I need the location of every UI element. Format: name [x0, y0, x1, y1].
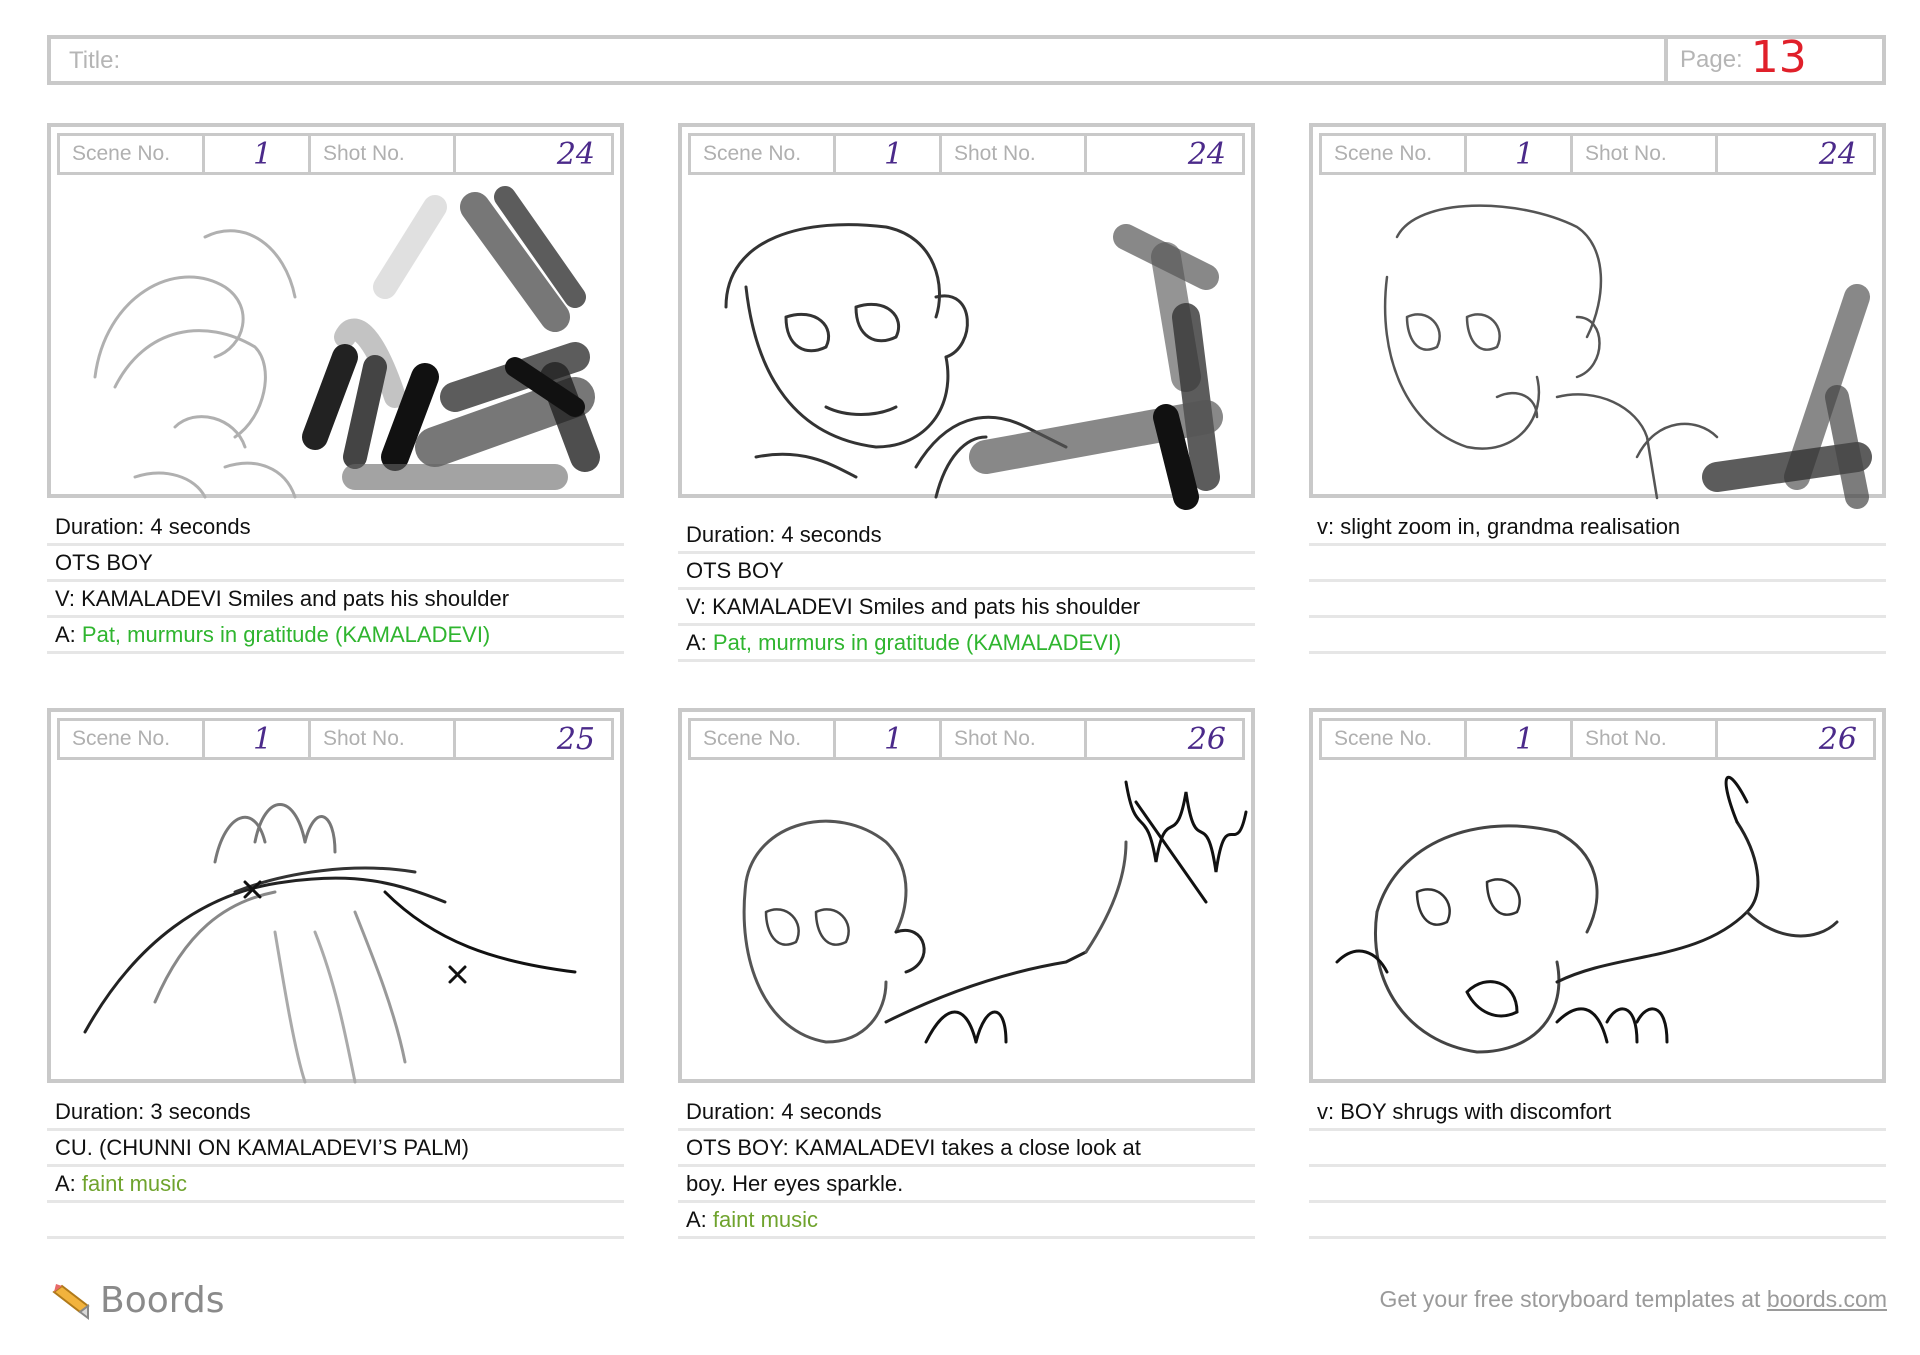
- scene-number[interactable]: 1: [1467, 136, 1573, 172]
- shot-label: Shot No.: [1573, 136, 1718, 172]
- brand-name: Boords: [100, 1280, 225, 1321]
- panel-frame: Scene No. 1 Shot No. 24: [1309, 123, 1886, 509]
- sketch-image: [724, 223, 1223, 510]
- scene-number[interactable]: 1: [205, 136, 311, 172]
- sketch-image: [83, 803, 577, 1084]
- shot-number[interactable]: 24: [1087, 136, 1242, 172]
- shot-label: Shot No.: [942, 136, 1087, 172]
- panel-frame: Scene No. 1 Shot No. 25: [47, 708, 624, 1084]
- note-line: [1309, 1131, 1886, 1167]
- audio-note: A: faint music: [678, 1203, 1255, 1239]
- panel-header: Scene No. 1 Shot No. 25: [57, 718, 614, 760]
- scene-number[interactable]: 1: [1467, 721, 1573, 757]
- pencil-icon: [52, 1283, 90, 1320]
- note-line: V: KAMALADEVI Smiles and pats his should…: [678, 590, 1255, 626]
- sketch-image: [93, 186, 600, 499]
- note-line: [1309, 546, 1886, 582]
- scene-label: Scene No.: [1322, 721, 1467, 757]
- audio-note: A: Pat, murmurs in gratitude (KAMALADEVI…: [47, 618, 624, 654]
- panel-notes: Duration: 4 seconds OTS BOY V: KAMALADEV…: [678, 518, 1255, 662]
- scene-number[interactable]: 1: [205, 721, 311, 757]
- panel-notes: v: BOY shrugs with discomfort: [1309, 1095, 1886, 1239]
- boords-logo: Boords: [50, 1280, 225, 1321]
- note-line: V: KAMALADEVI Smiles and pats his should…: [47, 582, 624, 618]
- shot-number[interactable]: 26: [1087, 721, 1242, 757]
- shot-label: Shot No.: [311, 721, 456, 757]
- scene-number[interactable]: 1: [836, 136, 942, 172]
- sketch-image: [1335, 776, 1839, 1054]
- scene-number[interactable]: 1: [836, 721, 942, 757]
- shot-label: Shot No.: [311, 136, 456, 172]
- sketch-image: [1383, 204, 1872, 509]
- footer-tagline: Get your free storyboard templates at bo…: [1379, 1286, 1887, 1313]
- title-field[interactable]: Title:: [51, 39, 1664, 81]
- panel-header: Scene No. 1 Shot No. 24: [57, 133, 614, 175]
- page-number: 13: [1750, 32, 1807, 83]
- note-line: [1309, 618, 1886, 654]
- note-line: Duration: 4 seconds: [678, 518, 1255, 554]
- note-line: [1309, 1203, 1886, 1239]
- scene-label: Scene No.: [691, 136, 836, 172]
- panel-notes: Duration: 4 seconds OTS BOY V: KAMALADEV…: [47, 510, 624, 654]
- shot-label: Shot No.: [942, 721, 1087, 757]
- scene-label: Scene No.: [1322, 136, 1467, 172]
- shot-number[interactable]: 25: [456, 721, 611, 757]
- shot-number[interactable]: 24: [1718, 136, 1873, 172]
- tagline-text: Get your free storyboard templates at: [1379, 1286, 1767, 1312]
- panel-frame: Scene No. 1 Shot No. 26: [678, 708, 1255, 1083]
- panel-header: Scene No. 1 Shot No. 26: [688, 718, 1245, 760]
- scene-label: Scene No.: [691, 721, 836, 757]
- title-label: Title:: [69, 47, 121, 74]
- boords-link[interactable]: boords.com: [1767, 1286, 1887, 1312]
- panel-frame: Scene No. 1 Shot No. 26: [1309, 708, 1886, 1083]
- panel-frame: Scene No. 1 Shot No. 24: [47, 123, 624, 499]
- scene-label: Scene No.: [60, 136, 205, 172]
- note-line: [1309, 582, 1886, 618]
- note-line: CU. (CHUNNI ON KAMALADEVI’S PALM): [47, 1131, 624, 1167]
- audio-note: A: faint music: [47, 1167, 624, 1203]
- panel-notes: Duration: 4 seconds OTS BOY: KAMALADEVI …: [678, 1095, 1255, 1239]
- panel-header: Scene No. 1 Shot No. 26: [1319, 718, 1876, 760]
- note-line: v: slight zoom in, grandma realisation: [1309, 510, 1886, 546]
- panel-notes: Duration: 3 seconds CU. (CHUNNI ON KAMAL…: [47, 1095, 624, 1239]
- title-bar: Title: Page: 13: [47, 35, 1886, 85]
- scene-label: Scene No.: [60, 721, 205, 757]
- note-line: Duration: 4 seconds: [678, 1095, 1255, 1131]
- page-field[interactable]: Page: 13: [1664, 32, 1882, 83]
- panel-notes: v: slight zoom in, grandma realisation: [1309, 510, 1886, 654]
- panel-header: Scene No. 1 Shot No. 24: [1319, 133, 1876, 175]
- page-label: Page:: [1680, 46, 1743, 73]
- note-line: [47, 1203, 624, 1239]
- note-line: OTS BOY: [47, 546, 624, 582]
- note-line: OTS BOY: KAMALADEVI takes a close look a…: [678, 1131, 1255, 1167]
- note-line: boy. Her eyes sparkle.: [678, 1167, 1255, 1203]
- panel-frame: Scene No. 1 Shot No. 24: [678, 123, 1255, 510]
- panel-header: Scene No. 1 Shot No. 24: [688, 133, 1245, 175]
- audio-note: A: Pat, murmurs in gratitude (KAMALADEVI…: [678, 626, 1255, 662]
- shot-number[interactable]: 26: [1718, 721, 1873, 757]
- note-line: v: BOY shrugs with discomfort: [1309, 1095, 1886, 1131]
- shot-label: Shot No.: [1573, 721, 1718, 757]
- note-line: [1309, 1167, 1886, 1203]
- note-line: Duration: 3 seconds: [47, 1095, 624, 1131]
- note-line: Duration: 4 seconds: [47, 510, 624, 546]
- shot-number[interactable]: 24: [456, 136, 611, 172]
- note-line: OTS BOY: [678, 554, 1255, 590]
- sketch-image: [742, 780, 1248, 1044]
